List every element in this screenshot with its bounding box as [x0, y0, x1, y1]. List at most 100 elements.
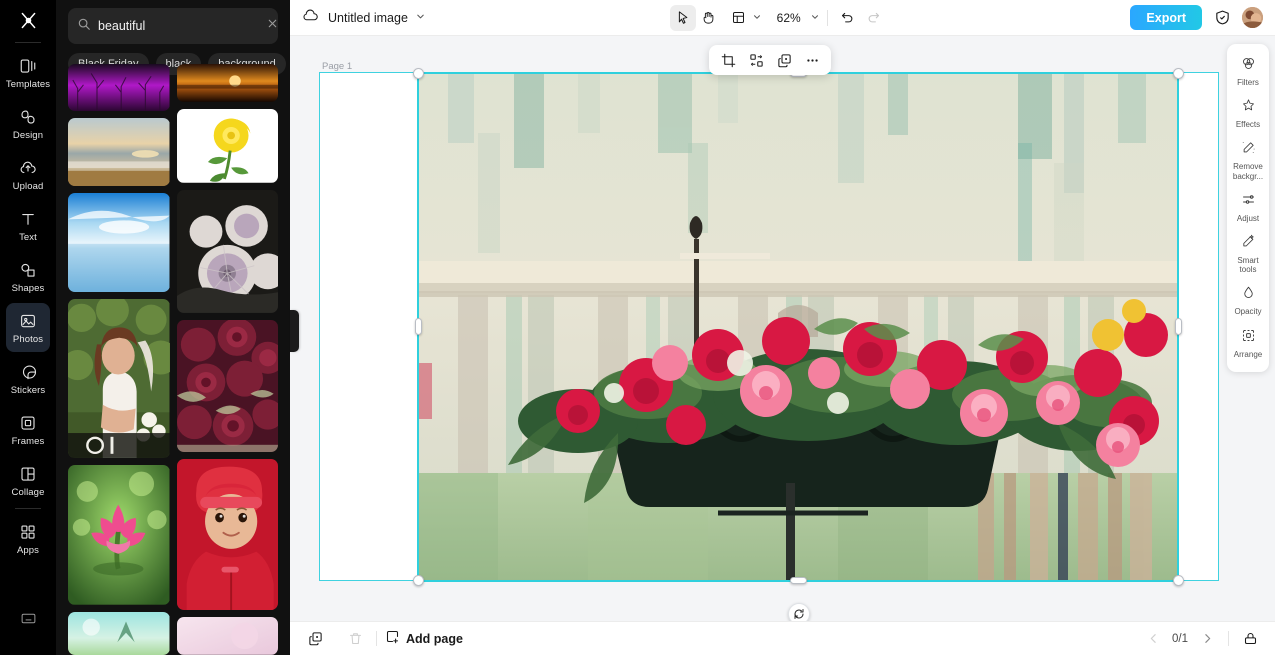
add-page-icon	[385, 629, 400, 649]
artboard[interactable]	[319, 68, 1219, 621]
layout-button[interactable]	[726, 5, 752, 31]
replace-image-button[interactable]	[743, 48, 769, 72]
turquoise-landscape-thumb[interactable]	[68, 611, 170, 655]
toolbar-divider	[826, 9, 828, 26]
keyboard-shortcuts-button[interactable]	[6, 594, 50, 643]
pink-lotus-thumb[interactable]	[68, 464, 170, 605]
sidebar-item-label: Apps	[16, 544, 40, 556]
export-button[interactable]: Export	[1130, 5, 1202, 30]
zoom-level[interactable]: 62%	[774, 11, 804, 25]
resize-handle-top-right[interactable]	[1173, 68, 1184, 79]
sidebar-item-label: Text	[19, 231, 37, 243]
adjust-sliders-icon	[1241, 192, 1256, 212]
resize-handle-bottom[interactable]	[790, 577, 807, 584]
sidebar-item-text[interactable]: Text	[6, 201, 50, 250]
more-horizontal-icon[interactable]	[799, 48, 825, 72]
photo-column-left	[68, 64, 170, 655]
sidebar-item-label: Photos	[12, 333, 44, 345]
close-icon[interactable]	[266, 17, 279, 35]
smart-tools-icon	[1241, 234, 1256, 254]
sidebar-item-photos[interactable]: Photos	[6, 303, 50, 352]
crop-button[interactable]	[715, 48, 741, 72]
sidebar-item-stickers[interactable]: Stickers	[6, 354, 50, 403]
tool-smart-tools[interactable]: Smart tools	[1227, 228, 1269, 279]
apps-icon	[19, 522, 37, 543]
sidebar-item-label: Frames	[11, 435, 45, 447]
photos-panel: Black Friday black background b	[56, 0, 290, 655]
tool-label: Opacity	[1234, 307, 1262, 317]
sidebar-item-frames[interactable]: Frames	[6, 405, 50, 454]
yellow-rose-thumb[interactable]	[176, 108, 278, 183]
resize-handle-right[interactable]	[1175, 318, 1182, 335]
tool-label: Filters	[1237, 78, 1259, 87]
dark-red-roses-thumb[interactable]	[176, 319, 278, 452]
resize-handle-bottom-left[interactable]	[413, 575, 424, 586]
tool-opacity[interactable]: Opacity	[1227, 279, 1269, 321]
hand-tool-button[interactable]	[696, 5, 722, 31]
pink-pastel-thumb[interactable]	[176, 617, 278, 655]
rotate-handle-icon[interactable]	[788, 603, 810, 621]
canvas-stage[interactable]: Page 1	[290, 36, 1275, 621]
sidebar-item-templates[interactable]: Templates	[6, 48, 50, 97]
white-chrysanthemum-thumb[interactable]	[176, 189, 278, 313]
baby-red-coat-thumb[interactable]	[176, 458, 278, 611]
tool-remove-background[interactable]: Remove backgr...	[1227, 134, 1269, 185]
bottom-divider	[376, 631, 377, 646]
templates-icon	[19, 56, 37, 77]
blue-sea-sky-thumb[interactable]	[68, 193, 170, 293]
prev-page-button[interactable]	[1140, 627, 1166, 651]
zoom-chevron-down-icon[interactable]	[810, 9, 820, 27]
remove-background-icon	[1241, 140, 1256, 160]
shield-check-icon[interactable]	[1214, 9, 1231, 26]
search-bar[interactable]	[68, 8, 278, 44]
beach-sunset-thumb[interactable]	[68, 118, 170, 187]
tool-label: Smart tools	[1237, 255, 1259, 275]
add-page-label: Add page	[406, 631, 463, 646]
sidebar-item-upload[interactable]: Upload	[6, 150, 50, 199]
cloud-save-icon[interactable]	[302, 7, 319, 29]
undo-button[interactable]	[835, 5, 861, 31]
tool-filters[interactable]: Filters	[1227, 50, 1269, 92]
document-title[interactable]: Untitled image	[328, 11, 408, 25]
resize-handle-left[interactable]	[415, 318, 422, 335]
sidebar-item-label: Templates	[5, 78, 51, 90]
frames-icon	[19, 413, 37, 434]
capcut-logo-icon[interactable]	[0, 0, 56, 40]
roses-balcony-image[interactable]	[417, 72, 1179, 582]
search-input[interactable]	[98, 19, 259, 33]
select-tool-button[interactable]	[669, 4, 696, 31]
upload-cloud-icon	[19, 158, 37, 179]
user-avatar[interactable]	[1242, 7, 1263, 28]
sidebar-item-apps[interactable]: Apps	[6, 514, 50, 563]
duplicate-page-button[interactable]	[302, 627, 328, 651]
bride-portrait-thumb[interactable]	[68, 299, 170, 458]
stickers-icon	[19, 362, 37, 383]
resize-handle-bottom-right[interactable]	[1173, 575, 1184, 586]
keyboard-shortcuts-icon	[20, 608, 37, 629]
redo-button[interactable]	[861, 5, 887, 31]
tool-adjust[interactable]: Adjust	[1227, 186, 1269, 228]
shapes-icon	[19, 260, 37, 281]
tool-arrange[interactable]: Arrange	[1227, 322, 1269, 364]
next-page-button[interactable]	[1194, 627, 1220, 651]
collage-icon	[19, 464, 37, 485]
tool-label: Adjust	[1236, 213, 1260, 223]
chevron-down-icon[interactable]	[415, 9, 426, 27]
orange-sunset-thumb[interactable]	[176, 64, 278, 102]
lock-button[interactable]	[1237, 627, 1263, 651]
layout-chevron-down-icon[interactable]	[752, 9, 762, 27]
left-rail: Templates Design Upload Text Shapes Phot…	[0, 0, 56, 655]
collapse-panel-tab[interactable]	[290, 310, 299, 352]
delete-page-button[interactable]	[342, 627, 368, 651]
resize-handle-top-left[interactable]	[413, 68, 424, 79]
duplicate-button[interactable]	[771, 48, 797, 72]
sidebar-item-design[interactable]: Design	[6, 99, 50, 148]
sidebar-item-collage[interactable]: Collage	[6, 456, 50, 505]
page-count: 0/1	[1172, 632, 1188, 645]
purple-forest-thumb[interactable]	[68, 64, 170, 112]
sidebar-item-shapes[interactable]: Shapes	[6, 252, 50, 301]
object-float-toolbar[interactable]	[709, 45, 831, 75]
tool-effects[interactable]: Effects	[1227, 92, 1269, 134]
add-page-button[interactable]: Add page	[385, 629, 463, 649]
photo-results-grid[interactable]	[56, 64, 290, 655]
